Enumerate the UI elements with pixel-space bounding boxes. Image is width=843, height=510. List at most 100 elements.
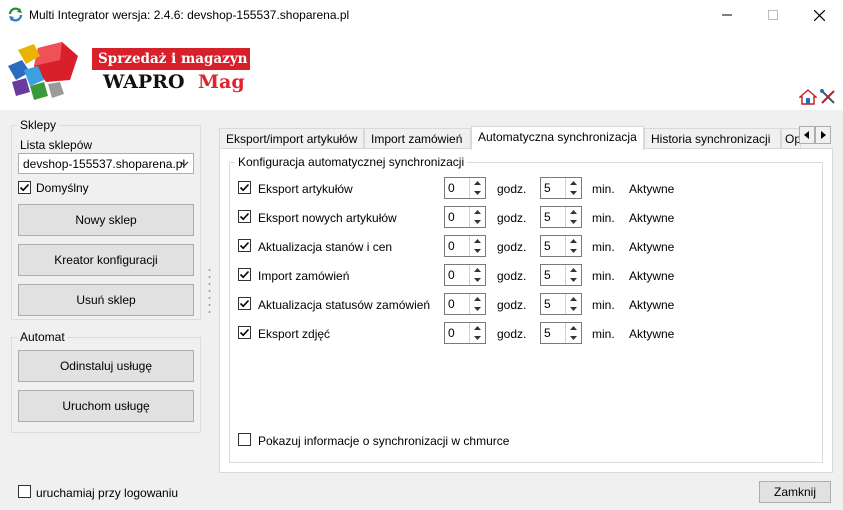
logo-cubes-icon [8,42,78,100]
tab-auto-sync[interactable]: Automatyczna synchronizacja [471,126,644,150]
spinner-down-button[interactable] [470,304,485,314]
window-title: Multi Integrator wersja: 2.4.6: devshop-… [29,8,350,22]
minimize-button[interactable] [704,0,750,30]
sync-row-checkbox[interactable] [238,181,251,194]
configuration-wizard-button[interactable]: Kreator konfiguracji [18,244,194,276]
spinner-up-button[interactable] [470,236,485,246]
default-checkbox[interactable] [18,181,31,194]
spinner-up-button[interactable] [470,178,485,188]
cloud-info-checkbox[interactable] [238,433,251,446]
check-icon [239,299,250,308]
sync-status-label: Aktywne [629,182,675,196]
spinner-down-button[interactable] [470,246,485,256]
maximize-button[interactable] [750,0,796,30]
minutes-spinner[interactable]: 5 [540,235,582,257]
close-button[interactable]: Zamknij [759,481,831,503]
shops-list-label: Lista sklepów [20,138,93,152]
tools-icon[interactable] [819,88,837,106]
hours-spinner-arrows [469,265,485,285]
spinner-up-button[interactable] [470,207,485,217]
hours-spinner[interactable]: 0 [444,264,486,286]
minutes-value: 5 [544,268,551,282]
tab-strip: Eksport/import artykułów Import zamówień… [219,126,833,150]
spinner-up-button[interactable] [566,294,581,304]
minutes-spinner[interactable]: 5 [540,322,582,344]
chevron-left-icon [804,131,809,139]
shops-group-title: Sklepy [17,118,60,132]
minutes-spinner[interactable]: 5 [540,206,582,228]
hours-spinner-arrows [469,236,485,256]
spinner-up-button[interactable] [566,178,581,188]
hours-spinner[interactable]: 0 [444,206,486,228]
spinner-down-button[interactable] [470,217,485,227]
hours-unit-label: godz. [497,269,527,283]
tab-options[interactable]: Op [781,128,801,149]
tab-scroll-right-button[interactable] [815,126,831,144]
arrow-up-icon [474,297,481,301]
spinner-up-button[interactable] [470,265,485,275]
shop-select[interactable]: devshop-155537.shoparena.pl [18,153,194,174]
spinner-up-button[interactable] [566,236,581,246]
spinner-down-button[interactable] [566,304,581,314]
hours-unit-label: godz. [497,298,527,312]
minutes-spinner[interactable]: 5 [540,293,582,315]
spinner-down-button[interactable] [470,188,485,198]
spinner-down-button[interactable] [566,246,581,256]
tab-scroll-left-button[interactable] [799,126,815,144]
spinner-down-button[interactable] [566,217,581,227]
sync-row-checkbox[interactable] [238,297,251,310]
spinner-down-button[interactable] [470,333,485,343]
sync-row-label: Aktualizacja statusów zamówień [258,298,431,312]
uninstall-service-button[interactable]: Odinstaluj usługę [18,350,194,382]
minutes-value: 5 [544,181,551,195]
hours-unit-label: godz. [497,182,527,196]
arrow-up-icon [570,239,577,243]
spinner-down-button[interactable] [470,275,485,285]
sync-row-checkbox[interactable] [238,210,251,223]
minutes-unit-label: min. [592,240,615,254]
arrow-down-icon [570,220,577,224]
start-service-button[interactable]: Uruchom usługę [18,390,194,422]
spinner-up-button[interactable] [470,294,485,304]
delete-shop-button[interactable]: Usuń sklep [18,284,194,316]
tab-export-import[interactable]: Eksport/import artykułów [219,128,364,149]
splitter-grip[interactable] [207,268,212,318]
check-icon [19,183,30,192]
chevron-right-icon [821,131,826,139]
sync-row-checkbox[interactable] [238,326,251,339]
title-bar: Multi Integrator wersja: 2.4.6: devshop-… [0,0,843,30]
hours-spinner-arrows [469,178,485,198]
arrow-up-icon [474,239,481,243]
spinner-down-button[interactable] [566,275,581,285]
spinner-down-button[interactable] [566,333,581,343]
autostart-checkbox[interactable] [18,485,31,498]
hours-spinner[interactable]: 0 [444,293,486,315]
autostart-label: uruchamiaj przy logowaniu [36,486,179,500]
arrow-up-icon [570,326,577,330]
minutes-value: 5 [544,297,551,311]
spinner-down-button[interactable] [566,188,581,198]
close-window-button[interactable] [796,0,842,30]
spinner-up-button[interactable] [566,323,581,333]
hours-spinner[interactable]: 0 [444,235,486,257]
spinner-up-button[interactable] [470,323,485,333]
hours-spinner[interactable]: 0 [444,322,486,344]
brand-product: Mag [198,71,245,93]
spinner-up-button[interactable] [566,207,581,217]
spinner-up-button[interactable] [566,265,581,275]
arrow-down-icon [474,307,481,311]
tab-sync-history[interactable]: Historia synchronizacji [644,128,781,149]
new-shop-button[interactable]: Nowy sklep [18,204,194,236]
minutes-spinner[interactable]: 5 [540,264,582,286]
arrow-down-icon [570,278,577,282]
arrow-down-icon [570,307,577,311]
arrow-up-icon [570,181,577,185]
minutes-spinner[interactable]: 5 [540,177,582,199]
home-icon[interactable] [799,88,817,106]
sync-row-checkbox[interactable] [238,268,251,281]
arrow-down-icon [474,278,481,282]
sync-row-checkbox[interactable] [238,239,251,252]
tab-import-orders[interactable]: Import zamówień [364,128,471,149]
hours-spinner[interactable]: 0 [444,177,486,199]
brand-header: Sprzedaż i magazyn WAPRO Mag [0,30,843,110]
